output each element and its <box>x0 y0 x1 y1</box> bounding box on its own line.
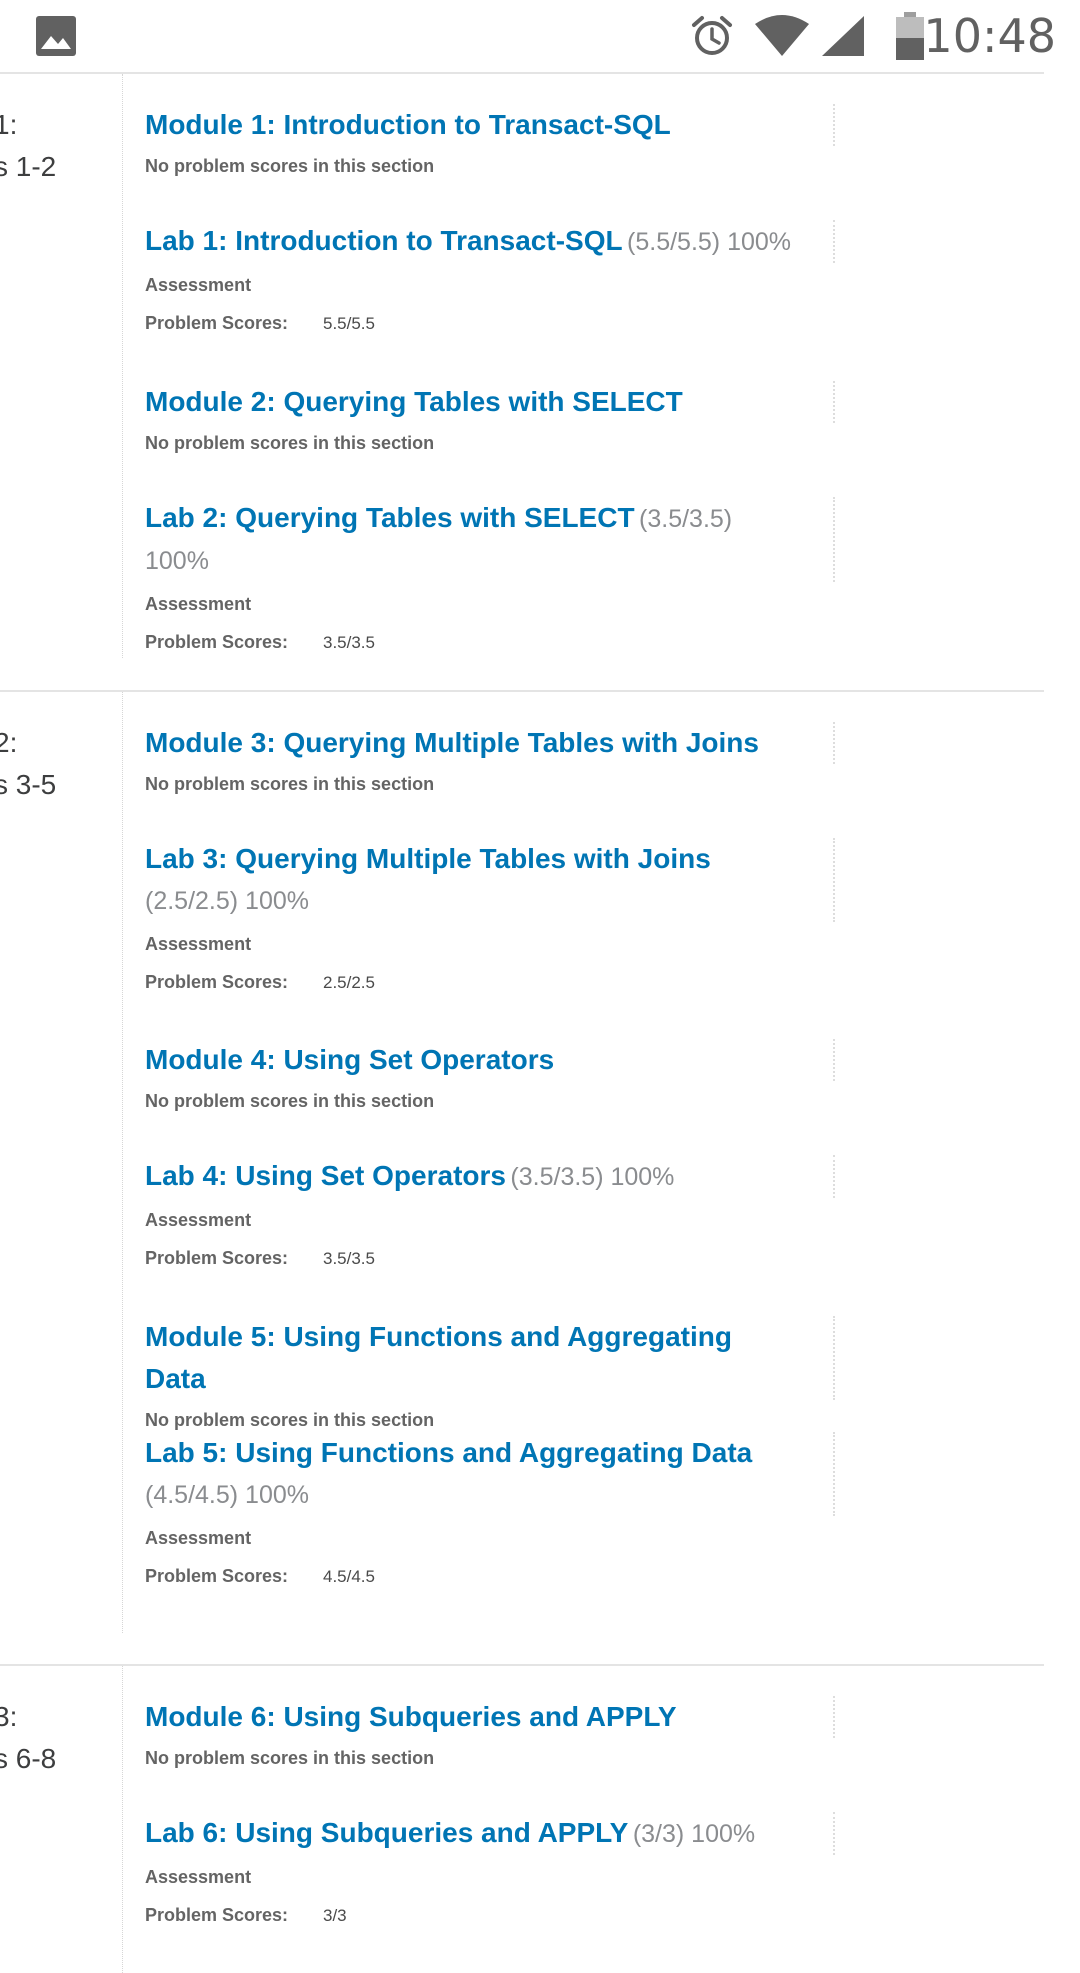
problem-scores-row: Problem Scores: 3.5/3.5 <box>145 628 795 657</box>
section-title-link[interactable]: Module 1: Introduction to Transact-SQL <box>145 109 671 140</box>
problem-score-value: 4.5/4.5 <box>323 1567 375 1586</box>
section: Module 2: Querying Tables with SELECT No… <box>145 381 835 497</box>
section-title-link[interactable]: Module 6: Using Subqueries and APPLY <box>145 1701 677 1732</box>
problem-scores-row: Problem Scores: 3.5/3.5 <box>145 1244 795 1273</box>
alarm-icon <box>692 16 732 55</box>
section-head: Lab 5: Using Functions and Aggregating D… <box>145 1432 835 1516</box>
section-title-link[interactable]: Lab 2: Querying Tables with SELECT <box>145 502 635 533</box>
assessment-label: Assessment <box>145 1867 252 1887</box>
problem-scores-label: Problem Scores: <box>145 1248 289 1268</box>
battery-icon <box>896 12 924 60</box>
problem-scores-label: Problem Scores: <box>145 313 289 333</box>
assessment-label: Assessment <box>145 275 252 295</box>
chapter-sections: Module 6: Using Subqueries and APPLY No … <box>122 1666 835 1973</box>
chapter-label: 3: s 6-8 <box>0 1701 57 1774</box>
section-score: (3.5/3.5) 100% <box>510 1163 675 1191</box>
problem-scores-row: Problem Scores: 3/3 <box>145 1901 795 1930</box>
problem-scores-row: Problem Scores: 4.5/4.5 <box>145 1562 795 1591</box>
wifi-icon <box>755 15 809 56</box>
problem-scores-label: Problem Scores: <box>145 1905 289 1925</box>
section: Lab 5: Using Functions and Aggregating D… <box>145 1432 835 1633</box>
chapter-sections: Module 3: Querying Multiple Tables with … <box>122 692 835 1633</box>
section-head: Lab 2: Querying Tables with SELECT (3.5/… <box>145 497 835 582</box>
problem-score-value: 3/3 <box>323 1906 347 1925</box>
section-head: Module 2: Querying Tables with SELECT <box>145 381 835 423</box>
section: Lab 3: Querying Multiple Tables with Joi… <box>145 838 835 1039</box>
section-title-link[interactable]: Lab 4: Using Set Operators <box>145 1160 506 1191</box>
no-scores-text: No problem scores in this section <box>145 1091 435 1111</box>
problem-score-value: 5.5/5.5 <box>323 314 375 333</box>
section-score: (2.5/2.5) 100% <box>145 887 309 915</box>
section: Module 3: Querying Multiple Tables with … <box>145 722 835 838</box>
section: Module 4: Using Set Operators No problem… <box>145 1039 835 1155</box>
section-head: Lab 6: Using Subqueries and APPLY (3/3) … <box>145 1812 835 1855</box>
section-head: Module 1: Introduction to Transact-SQL <box>145 104 835 146</box>
section: Module 6: Using Subqueries and APPLY No … <box>145 1696 835 1812</box>
status-time: 10:48 <box>923 9 1056 63</box>
problem-scores-label: Problem Scores: <box>145 1566 289 1586</box>
no-scores-text: No problem scores in this section <box>145 433 435 453</box>
section-title-link[interactable]: Module 2: Querying Tables with SELECT <box>145 386 683 417</box>
assessment-label: Assessment <box>145 1210 252 1230</box>
chapter-sections: Module 1: Introduction to Transact-SQL N… <box>122 74 835 658</box>
section: Lab 1: Introduction to Transact-SQL (5.5… <box>145 220 835 381</box>
section-score: (3/3) 100% <box>632 1820 756 1848</box>
progress-content: 1: s 1-2 Module 1: Introduction to Trans… <box>0 72 1044 1973</box>
problem-scores-label: Problem Scores: <box>145 972 289 992</box>
problem-scores-row: Problem Scores: 2.5/2.5 <box>145 968 795 997</box>
section: Module 1: Introduction to Transact-SQL N… <box>145 104 835 220</box>
section-title-link[interactable]: Lab 1: Introduction to Transact-SQL <box>145 225 623 256</box>
section: Module 5: Using Functions and Aggregatin… <box>145 1316 835 1432</box>
section-head: Module 4: Using Set Operators <box>145 1039 835 1081</box>
chapter: 3: s 6-8 Module 6: Using Subqueries and … <box>0 1664 1044 1973</box>
section-score: (5.5/5.5) 100% <box>627 228 792 256</box>
section: Lab 2: Querying Tables with SELECT (3.5/… <box>145 497 835 658</box>
section: Lab 4: Using Set Operators (3.5/3.5) 100… <box>145 1155 835 1316</box>
section-title-link[interactable]: Module 5: Using Functions and Aggregatin… <box>145 1321 732 1394</box>
problem-scores-row: Problem Scores: 5.5/5.5 <box>145 309 795 338</box>
section-title-link[interactable]: Module 4: Using Set Operators <box>145 1044 554 1075</box>
no-scores-text: No problem scores in this section <box>145 774 435 794</box>
image-notification-icon <box>36 16 76 56</box>
section-title-link[interactable]: Module 3: Querying Multiple Tables with … <box>145 727 759 758</box>
chapter-label: 1: s 1-2 <box>0 109 57 182</box>
chapter: 1: s 1-2 Module 1: Introduction to Trans… <box>0 72 1044 690</box>
problem-score-value: 2.5/2.5 <box>323 973 375 992</box>
section-head: Module 6: Using Subqueries and APPLY <box>145 1696 835 1738</box>
status-bar: 10:48 <box>0 0 1080 72</box>
assessment-label: Assessment <box>145 1528 252 1548</box>
section-head: Lab 1: Introduction to Transact-SQL (5.5… <box>145 220 835 263</box>
problem-scores-label: Problem Scores: <box>145 632 289 652</box>
section: Lab 6: Using Subqueries and APPLY (3/3) … <box>145 1812 835 1973</box>
problem-score-value: 3.5/3.5 <box>323 633 375 652</box>
chapter: 2: s 3-5 Module 3: Querying Multiple Tab… <box>0 690 1044 1664</box>
assessment-label: Assessment <box>145 594 252 614</box>
section-head: Lab 4: Using Set Operators (3.5/3.5) 100… <box>145 1155 835 1198</box>
chapter-label: 2: s 3-5 <box>0 727 57 800</box>
section-head: Module 3: Querying Multiple Tables with … <box>145 722 835 764</box>
no-scores-text: No problem scores in this section <box>145 1410 435 1430</box>
cell-signal-icon <box>822 16 864 56</box>
no-scores-text: No problem scores in this section <box>145 156 435 176</box>
assessment-label: Assessment <box>145 934 252 954</box>
section-score: (4.5/4.5) 100% <box>145 1481 309 1509</box>
problem-score-value: 3.5/3.5 <box>323 1249 375 1268</box>
section-title-link[interactable]: Lab 3: Querying Multiple Tables with Joi… <box>145 843 711 874</box>
no-scores-text: No problem scores in this section <box>145 1748 435 1768</box>
section-title-link[interactable]: Lab 6: Using Subqueries and APPLY <box>145 1817 628 1848</box>
section-title-link[interactable]: Lab 5: Using Functions and Aggregating D… <box>145 1437 752 1468</box>
section-head: Module 5: Using Functions and Aggregatin… <box>145 1316 835 1400</box>
section-head: Lab 3: Querying Multiple Tables with Joi… <box>145 838 835 922</box>
